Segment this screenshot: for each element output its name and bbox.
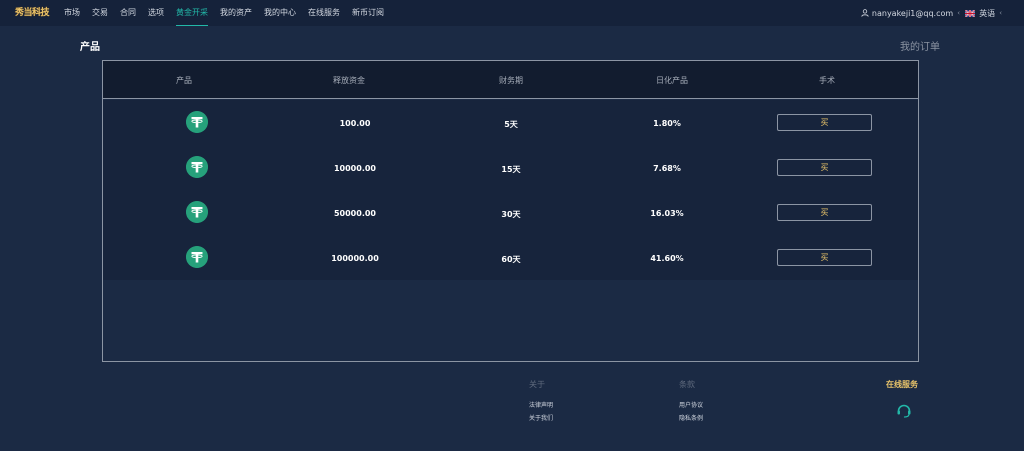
footer-terms-title: 条款 — [679, 380, 695, 389]
main-nav: 市场 交易 合同 选项 黄金开采 我的资产 我的中心 在线服务 新币订阅 — [64, 0, 396, 26]
rate-value: 41.60% — [650, 254, 684, 263]
rate-value: 7.68% — [653, 164, 681, 173]
column-header-release-funds: 释放资金 — [333, 76, 365, 85]
buy-button[interactable]: 买 — [777, 159, 872, 176]
language-label: 英语 — [979, 8, 996, 18]
tether-icon — [186, 201, 208, 223]
column-header-product: 产品 — [176, 76, 192, 85]
nav-item-online-service[interactable]: 在线服务 — [308, 0, 340, 26]
user-icon — [861, 9, 869, 17]
amount-value: 50000.00 — [333, 209, 376, 218]
top-navigation-bar: 秀当科技 市场 交易 合同 选项 黄金开采 我的资产 我的中心 在线服务 新币订… — [0, 0, 1024, 26]
table-row: 10000.00 15天 7.68% 买 — [103, 145, 918, 190]
table-row: 100000.00 60天 41.60% 买 — [103, 235, 918, 280]
footer-terms: 条款 用户协议 隐私条例 — [679, 379, 703, 422]
table-header: 产品 释放资金 财务期 日化产品 手术 — [103, 61, 918, 99]
amount-value: 100000.00 — [331, 254, 379, 263]
footer-link-user-agreement[interactable]: 用户协议 — [679, 400, 703, 409]
footer-online-service[interactable]: 在线服务 — [886, 379, 918, 390]
footer-link-legal[interactable]: 法律声明 — [529, 400, 553, 409]
period-value: 60天 — [501, 255, 521, 264]
period-value: 30天 — [501, 210, 521, 219]
brand-logo[interactable]: 秀当科技 — [15, 6, 51, 20]
nav-item-my-center[interactable]: 我的中心 — [264, 0, 296, 26]
nav-item-trade[interactable]: 交易 — [92, 0, 108, 26]
footer-about: 关于 法律声明 关于我们 — [529, 379, 553, 422]
tether-icon — [186, 156, 208, 178]
user-menu[interactable]: nanyakeji1@qq.com ‹ — [861, 0, 960, 26]
nav-item-options[interactable]: 选项 — [148, 0, 164, 26]
column-header-daily-rate: 日化产品 — [656, 76, 688, 85]
rate-value: 1.80% — [653, 119, 681, 128]
page-title: 产品 — [80, 42, 100, 53]
my-orders-link[interactable]: 我的订单 — [900, 38, 940, 53]
language-selector[interactable]: 英语 ‹ — [965, 0, 1002, 26]
buy-button[interactable]: 买 — [777, 249, 872, 266]
nav-item-new-coin-subscription[interactable]: 新币订阅 — [352, 0, 384, 26]
column-header-action: 手术 — [819, 76, 835, 85]
period-value: 5天 — [504, 120, 518, 129]
tether-icon — [186, 246, 208, 268]
buy-button[interactable]: 买 — [777, 114, 872, 131]
amount-value: 100.00 — [339, 119, 371, 128]
rate-value: 16.03% — [650, 209, 684, 218]
table-row: 50000.00 30天 16.03% 买 — [103, 190, 918, 235]
tether-icon — [186, 111, 208, 133]
footer-link-privacy[interactable]: 隐私条例 — [679, 413, 703, 422]
nav-item-my-assets[interactable]: 我的资产 — [220, 0, 252, 26]
uk-flag-icon — [965, 9, 976, 17]
nav-item-gold-mining[interactable]: 黄金开采 — [176, 0, 208, 26]
chevron-left-icon: ‹ — [999, 9, 1002, 17]
period-value: 15天 — [501, 165, 521, 174]
nav-item-contract[interactable]: 合同 — [120, 0, 136, 26]
nav-item-market[interactable]: 市场 — [64, 0, 80, 26]
column-header-financial-period: 财务期 — [499, 76, 523, 85]
amount-value: 10000.00 — [333, 164, 376, 173]
headset-icon[interactable] — [895, 401, 913, 419]
buy-button[interactable]: 买 — [777, 204, 872, 221]
table-body: 100.00 5天 1.80% 买 10000.00 15天 7.68% 买 5 — [103, 100, 918, 280]
user-email: nanyakeji1@qq.com — [871, 8, 954, 18]
footer-about-title: 关于 — [529, 380, 545, 389]
chevron-left-icon: ‹ — [957, 9, 960, 17]
footer-link-about-us[interactable]: 关于我们 — [529, 413, 553, 422]
table-row: 100.00 5天 1.80% 买 — [103, 100, 918, 145]
product-table-panel: 产品 释放资金 财务期 日化产品 手术 100.00 5天 1.80% 买 10 — [102, 60, 919, 362]
